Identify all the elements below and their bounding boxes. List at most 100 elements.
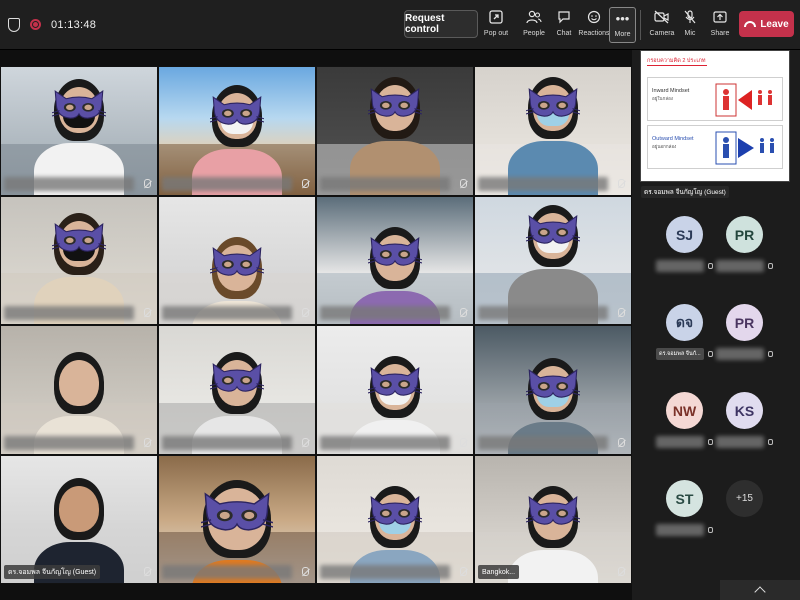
mic-off-icon [618, 308, 625, 317]
participants-panel: กรอบความคิด 2 ประเภท Inward Mindset อยู่… [632, 50, 800, 600]
recording-icon [30, 19, 41, 30]
mic-off-icon [683, 7, 697, 27]
video-tile[interactable] [316, 454, 474, 584]
participant-avatar[interactable]: ดจ [666, 304, 703, 341]
phone-hangup-icon [744, 21, 757, 27]
video-grid: ดร.จอมพล จีนกัญโญ (Guest) Bangkok... [0, 66, 632, 584]
inward-figures-icon [715, 83, 772, 117]
chat-button[interactable]: Chat [547, 7, 581, 43]
video-tile[interactable] [0, 66, 158, 196]
share-button[interactable]: Share [703, 7, 737, 43]
people-icon [526, 7, 542, 27]
mic-button[interactable]: Mic [673, 7, 707, 43]
expand-button[interactable] [720, 580, 800, 600]
video-tile[interactable] [316, 66, 474, 196]
mic-off-icon [144, 178, 151, 188]
participant-name-tag [478, 435, 608, 450]
cat-mask-icon [525, 495, 581, 533]
participant-name-tag [320, 176, 450, 191]
participant-name-tag [162, 435, 292, 450]
video-tile[interactable] [158, 454, 316, 584]
participant-avatar[interactable]: SJ [666, 216, 703, 253]
video-tile[interactable] [158, 66, 316, 196]
more-participants-button[interactable]: +15 [726, 480, 763, 517]
more-label: More [614, 31, 631, 38]
video-tile[interactable] [0, 325, 158, 455]
more-button[interactable]: ••• More [609, 7, 636, 43]
cat-mask-icon [367, 87, 423, 125]
participant-avatar[interactable]: ST [666, 480, 703, 517]
mic-off-icon [302, 178, 309, 188]
video-tile[interactable] [474, 195, 632, 325]
participant-roster-name [656, 524, 704, 536]
video-tile[interactable] [158, 325, 316, 455]
cat-mask-icon [525, 87, 581, 125]
participant-name-tag [320, 306, 450, 320]
participant-roster-name [716, 436, 764, 448]
participant-name-tag [162, 306, 292, 320]
mic-off-icon [618, 567, 625, 576]
inward-mindset-box: Inward Mindset อยู่ในกล่อง [647, 77, 783, 121]
video-tile[interactable] [0, 195, 158, 325]
video-tile[interactable] [316, 195, 474, 325]
participant-name-tag [320, 565, 450, 579]
people-button[interactable]: People [517, 7, 551, 43]
mic-off-icon [460, 567, 467, 576]
cat-mask-icon [209, 246, 265, 284]
popout-button[interactable]: Pop out [479, 7, 513, 43]
participant-avatar[interactable]: PR [726, 216, 763, 253]
cat-mask-icon [200, 491, 274, 541]
cat-mask-icon [51, 222, 107, 260]
cat-mask-icon [525, 214, 581, 252]
reactions-label: Reactions [578, 30, 610, 37]
mic-off-icon [144, 308, 151, 317]
participant-name-tag: ดร.จอมพล จีนกัญโญ (Guest) [4, 565, 101, 579]
cat-mask-icon [525, 368, 581, 406]
reactions-icon [587, 7, 601, 27]
shared-screen[interactable]: กรอบความคิด 2 ประเภท Inward Mindset อยู่… [640, 50, 790, 198]
participant-name-tag [478, 176, 608, 191]
video-tile[interactable]: Bangkok... [474, 454, 632, 584]
participant-avatar[interactable]: PR [726, 304, 763, 341]
slide-title-underline [647, 65, 707, 66]
cat-mask-icon [51, 89, 107, 127]
participant-avatar[interactable]: KS [726, 392, 763, 429]
mic-off-icon [768, 263, 773, 269]
participant-avatar[interactable]: NW [666, 392, 703, 429]
share-icon [713, 7, 727, 27]
cat-mask-icon [209, 95, 265, 133]
mic-off-icon [302, 437, 309, 447]
camera-label: Camera [649, 30, 675, 37]
presenter-name: ดร.จอมพล จีนกัญโญ (Guest) [641, 186, 729, 198]
video-tile[interactable] [474, 325, 632, 455]
chevron-up-icon [754, 586, 766, 598]
reactions-button[interactable]: Reactions [577, 7, 611, 43]
participant-name-tag: Bangkok... [478, 565, 520, 579]
toolbar-divider [640, 10, 641, 40]
participant-name-tag [4, 176, 134, 191]
mic-off-icon [768, 439, 773, 445]
video-tile[interactable] [316, 325, 474, 455]
shield-icon [8, 17, 20, 32]
chat-label: Chat [556, 30, 572, 37]
mic-off-icon [618, 178, 625, 188]
slide-title: กรอบความคิด 2 ประเภท [647, 58, 706, 64]
mic-off-icon [708, 439, 713, 445]
participant-roster-name [716, 348, 764, 360]
more-icon: ••• [615, 10, 630, 26]
mic-off-icon [460, 437, 467, 447]
mic-off-icon [708, 351, 713, 357]
video-tile[interactable] [474, 66, 632, 196]
share-label: Share [710, 30, 730, 37]
request-control-button[interactable]: Request control [404, 10, 478, 38]
participant-name-tag [162, 565, 292, 579]
video-tile[interactable] [158, 195, 316, 325]
people-label: People [523, 30, 545, 37]
mic-off-icon [460, 178, 467, 188]
cat-mask-icon [209, 362, 265, 400]
video-tile[interactable]: ดร.จอมพล จีนกัญโญ (Guest) [0, 454, 158, 584]
mic-off-icon [708, 263, 713, 269]
mic-off-icon [460, 308, 467, 317]
participant-roster-name [656, 260, 704, 272]
leave-button[interactable]: Leave [739, 11, 794, 37]
